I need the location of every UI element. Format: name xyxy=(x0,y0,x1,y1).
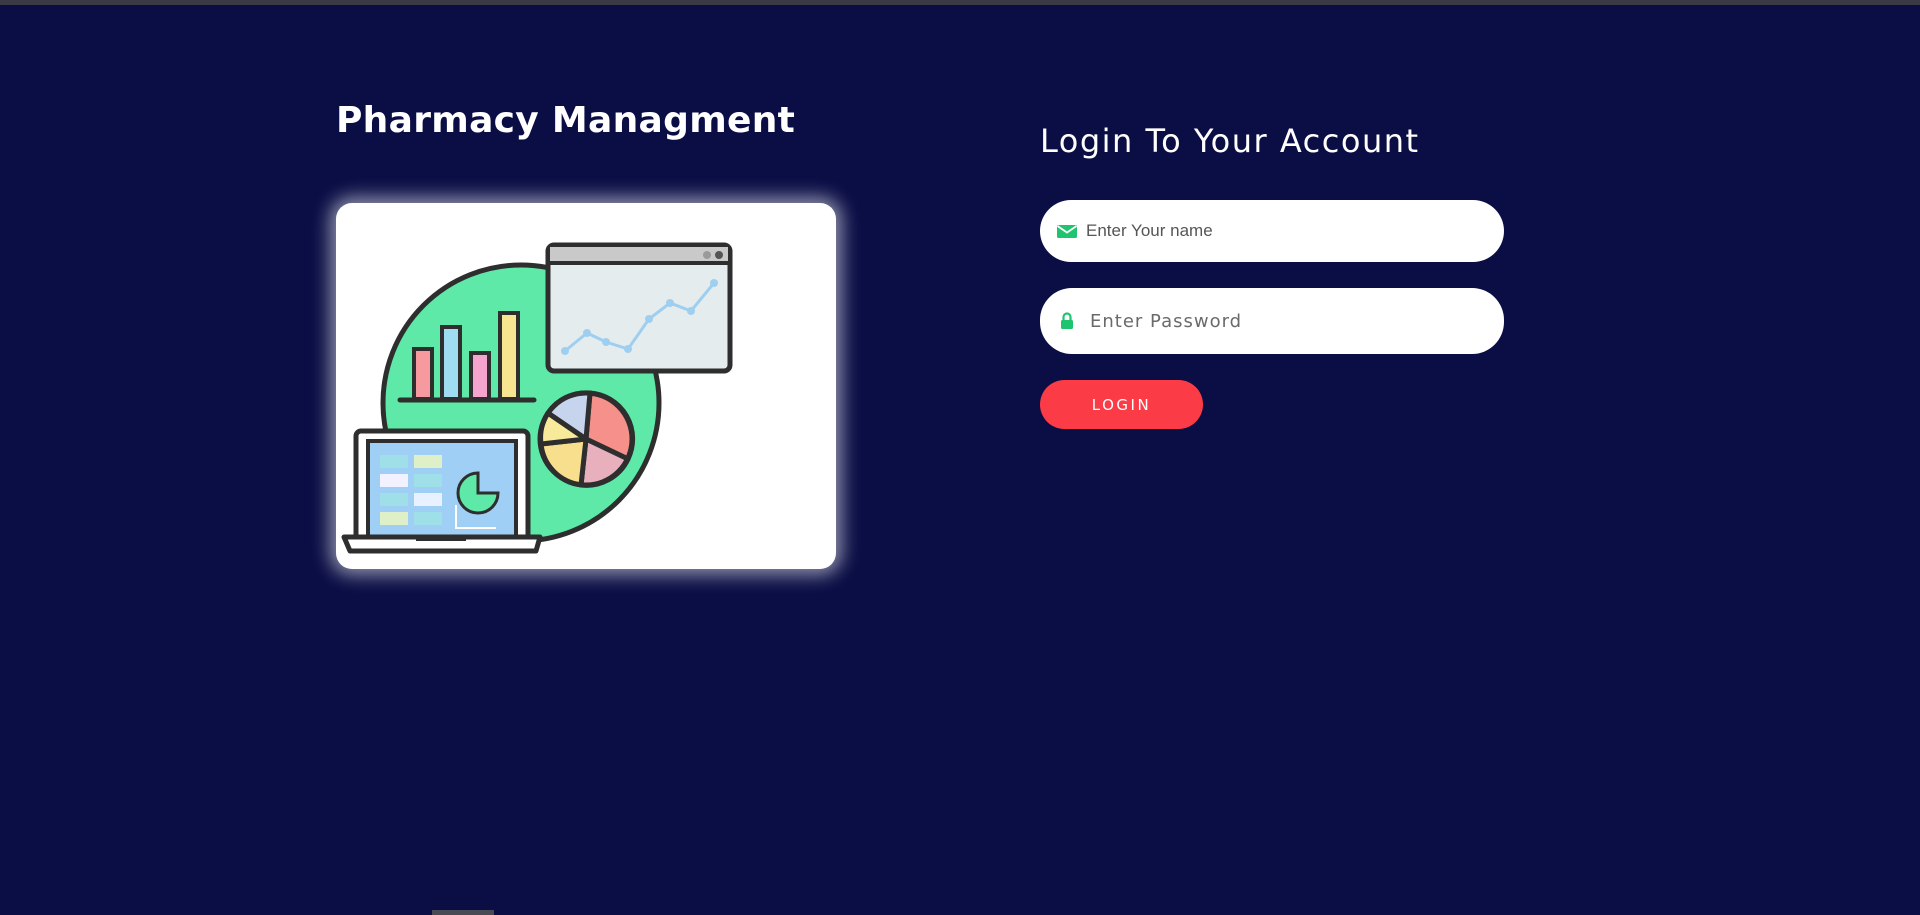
horizontal-scrollbar-thumb[interactable] xyxy=(432,910,494,915)
login-button[interactable]: LOGIN xyxy=(1040,380,1203,429)
password-field xyxy=(1040,288,1504,354)
laptop-icon xyxy=(341,428,543,554)
bottom-strip xyxy=(0,910,1920,915)
lock-icon xyxy=(1056,310,1078,332)
username-field xyxy=(1040,200,1504,262)
illustration-card xyxy=(336,203,836,569)
login-page xyxy=(0,5,1920,910)
password-input[interactable] xyxy=(1078,288,1504,354)
line-chart-window-icon xyxy=(545,242,733,374)
analytics-dashboard-illustration xyxy=(341,242,733,554)
username-input[interactable] xyxy=(1078,200,1504,262)
envelope-icon xyxy=(1056,220,1078,242)
login-heading: Login To Your Account xyxy=(1040,122,1420,160)
app-title: Pharmacy Managment xyxy=(336,100,796,141)
pie-chart-icon xyxy=(537,390,636,488)
